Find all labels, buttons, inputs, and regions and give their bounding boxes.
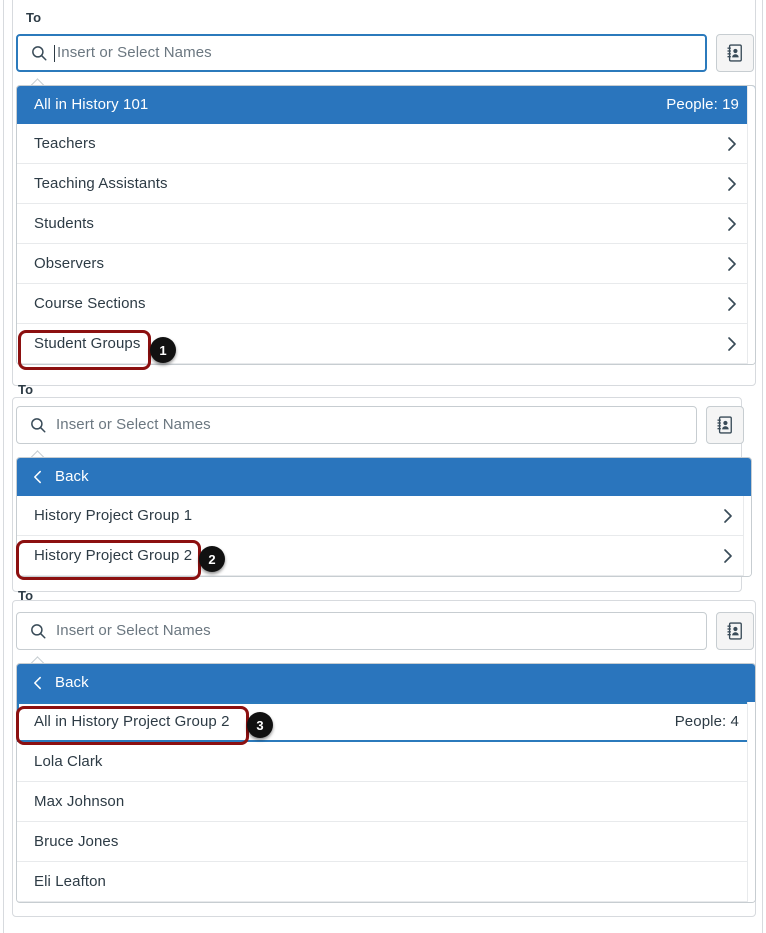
menu-header-all-in-history-101[interactable]: All in History 101 People: 19 — [17, 86, 755, 124]
search-placeholder-2: Insert or Select Names — [56, 416, 211, 433]
menu-item-all-in-history-project-group-2[interactable]: All in History Project Group 2 People: 4 — [17, 702, 755, 742]
page-frame-left-border — [3, 0, 4, 933]
address-book-icon — [727, 44, 742, 62]
recipient-input-row-2: Insert or Select Names — [16, 406, 744, 444]
menu-item-label: Eli Leafton — [34, 872, 106, 890]
menu-header-label-1: All in History 101 — [34, 96, 149, 113]
address-book-button-3[interactable] — [716, 612, 754, 650]
menu-item-people-count: People: 4 — [674, 713, 739, 730]
recipient-menu-2: Back History Project Group 1 History Pro… — [16, 457, 752, 577]
chevron-right-icon — [728, 256, 736, 271]
menu-item-label: Students — [34, 214, 95, 232]
chevron-right-icon — [728, 136, 736, 151]
screenshot-root: To Insert or Select Names All in History… — [0, 0, 766, 933]
to-label-3: To — [18, 588, 34, 603]
chevron-right-icon — [728, 336, 736, 351]
menu-back-label-2: Back — [55, 468, 89, 485]
search-input-2[interactable]: Insert or Select Names — [16, 406, 697, 444]
menu-scrollbar-3[interactable] — [747, 702, 755, 902]
menu-item-label: Max Johnson — [34, 792, 125, 810]
chevron-left-icon — [34, 676, 41, 690]
menu-item-teachers[interactable]: Teachers — [17, 124, 755, 164]
recipient-menu-1: All in History 101 People: 19 Teachers T… — [16, 85, 756, 365]
address-book-button-1[interactable] — [716, 34, 754, 72]
menu-item-history-project-group-1[interactable]: History Project Group 1 — [17, 496, 751, 536]
menu-back-button-3[interactable]: Back — [17, 664, 755, 702]
chevron-left-icon — [34, 470, 41, 484]
menu-item-student-groups[interactable]: Student Groups — [17, 324, 755, 364]
menu-item-history-project-group-2[interactable]: History Project Group 2 — [17, 536, 751, 576]
chevron-right-icon — [724, 548, 732, 563]
chevron-right-icon — [728, 176, 736, 191]
menu-header-people-count-1: People: 19 — [666, 96, 739, 113]
menu-item-label: History Project Group 1 — [34, 506, 193, 524]
text-caret-1 — [54, 44, 55, 62]
chevron-right-icon — [724, 508, 732, 523]
menu-item-label: Observers — [34, 254, 105, 272]
search-input-3[interactable]: Insert or Select Names — [16, 612, 707, 650]
search-icon — [31, 624, 46, 639]
recipient-menu-3: Back All in History Project Group 2 Peop… — [16, 663, 756, 903]
menu-item-lola-clark[interactable]: Lola Clark — [17, 742, 755, 782]
menu-item-label: All in History Project Group 2 — [34, 713, 230, 730]
menu-item-label: Course Sections — [34, 294, 146, 312]
menu-item-bruce-jones[interactable]: Bruce Jones — [17, 822, 755, 862]
menu-back-button-2[interactable]: Back — [17, 458, 751, 496]
menu-item-label: Student Groups — [34, 334, 141, 352]
menu-item-label: Lola Clark — [34, 752, 103, 770]
address-book-icon — [727, 622, 742, 640]
to-label-1: To — [26, 10, 42, 25]
address-book-icon — [717, 416, 732, 434]
menu-item-eli-leafton[interactable]: Eli Leafton — [17, 862, 755, 902]
to-label-2: To — [18, 382, 34, 397]
menu-scrollbar-1[interactable] — [747, 86, 755, 364]
menu-item-label: Bruce Jones — [34, 832, 119, 850]
menu-back-label-3: Back — [55, 674, 89, 691]
page-frame-right-border — [762, 0, 763, 933]
menu-item-label: Teachers — [34, 134, 96, 152]
recipient-input-row-1: Insert or Select Names — [16, 34, 754, 72]
menu-item-observers[interactable]: Observers — [17, 244, 755, 284]
menu-item-course-sections[interactable]: Course Sections — [17, 284, 755, 324]
menu-item-max-johnson[interactable]: Max Johnson — [17, 782, 755, 822]
recipient-input-row-3: Insert or Select Names — [16, 612, 754, 650]
menu-scrollbar-2[interactable] — [743, 496, 751, 576]
search-icon — [31, 418, 46, 433]
search-icon — [32, 46, 47, 61]
menu-item-label: History Project Group 2 — [34, 546, 193, 564]
chevron-right-icon — [728, 216, 736, 231]
search-placeholder-3: Insert or Select Names — [56, 622, 211, 639]
search-placeholder-1: Insert or Select Names — [57, 44, 212, 61]
address-book-button-2[interactable] — [706, 406, 744, 444]
chevron-right-icon — [728, 296, 736, 311]
menu-item-teaching-assistants[interactable]: Teaching Assistants — [17, 164, 755, 204]
menu-item-label: Teaching Assistants — [34, 174, 168, 192]
menu-item-students[interactable]: Students — [17, 204, 755, 244]
search-input-1[interactable]: Insert or Select Names — [16, 34, 707, 72]
